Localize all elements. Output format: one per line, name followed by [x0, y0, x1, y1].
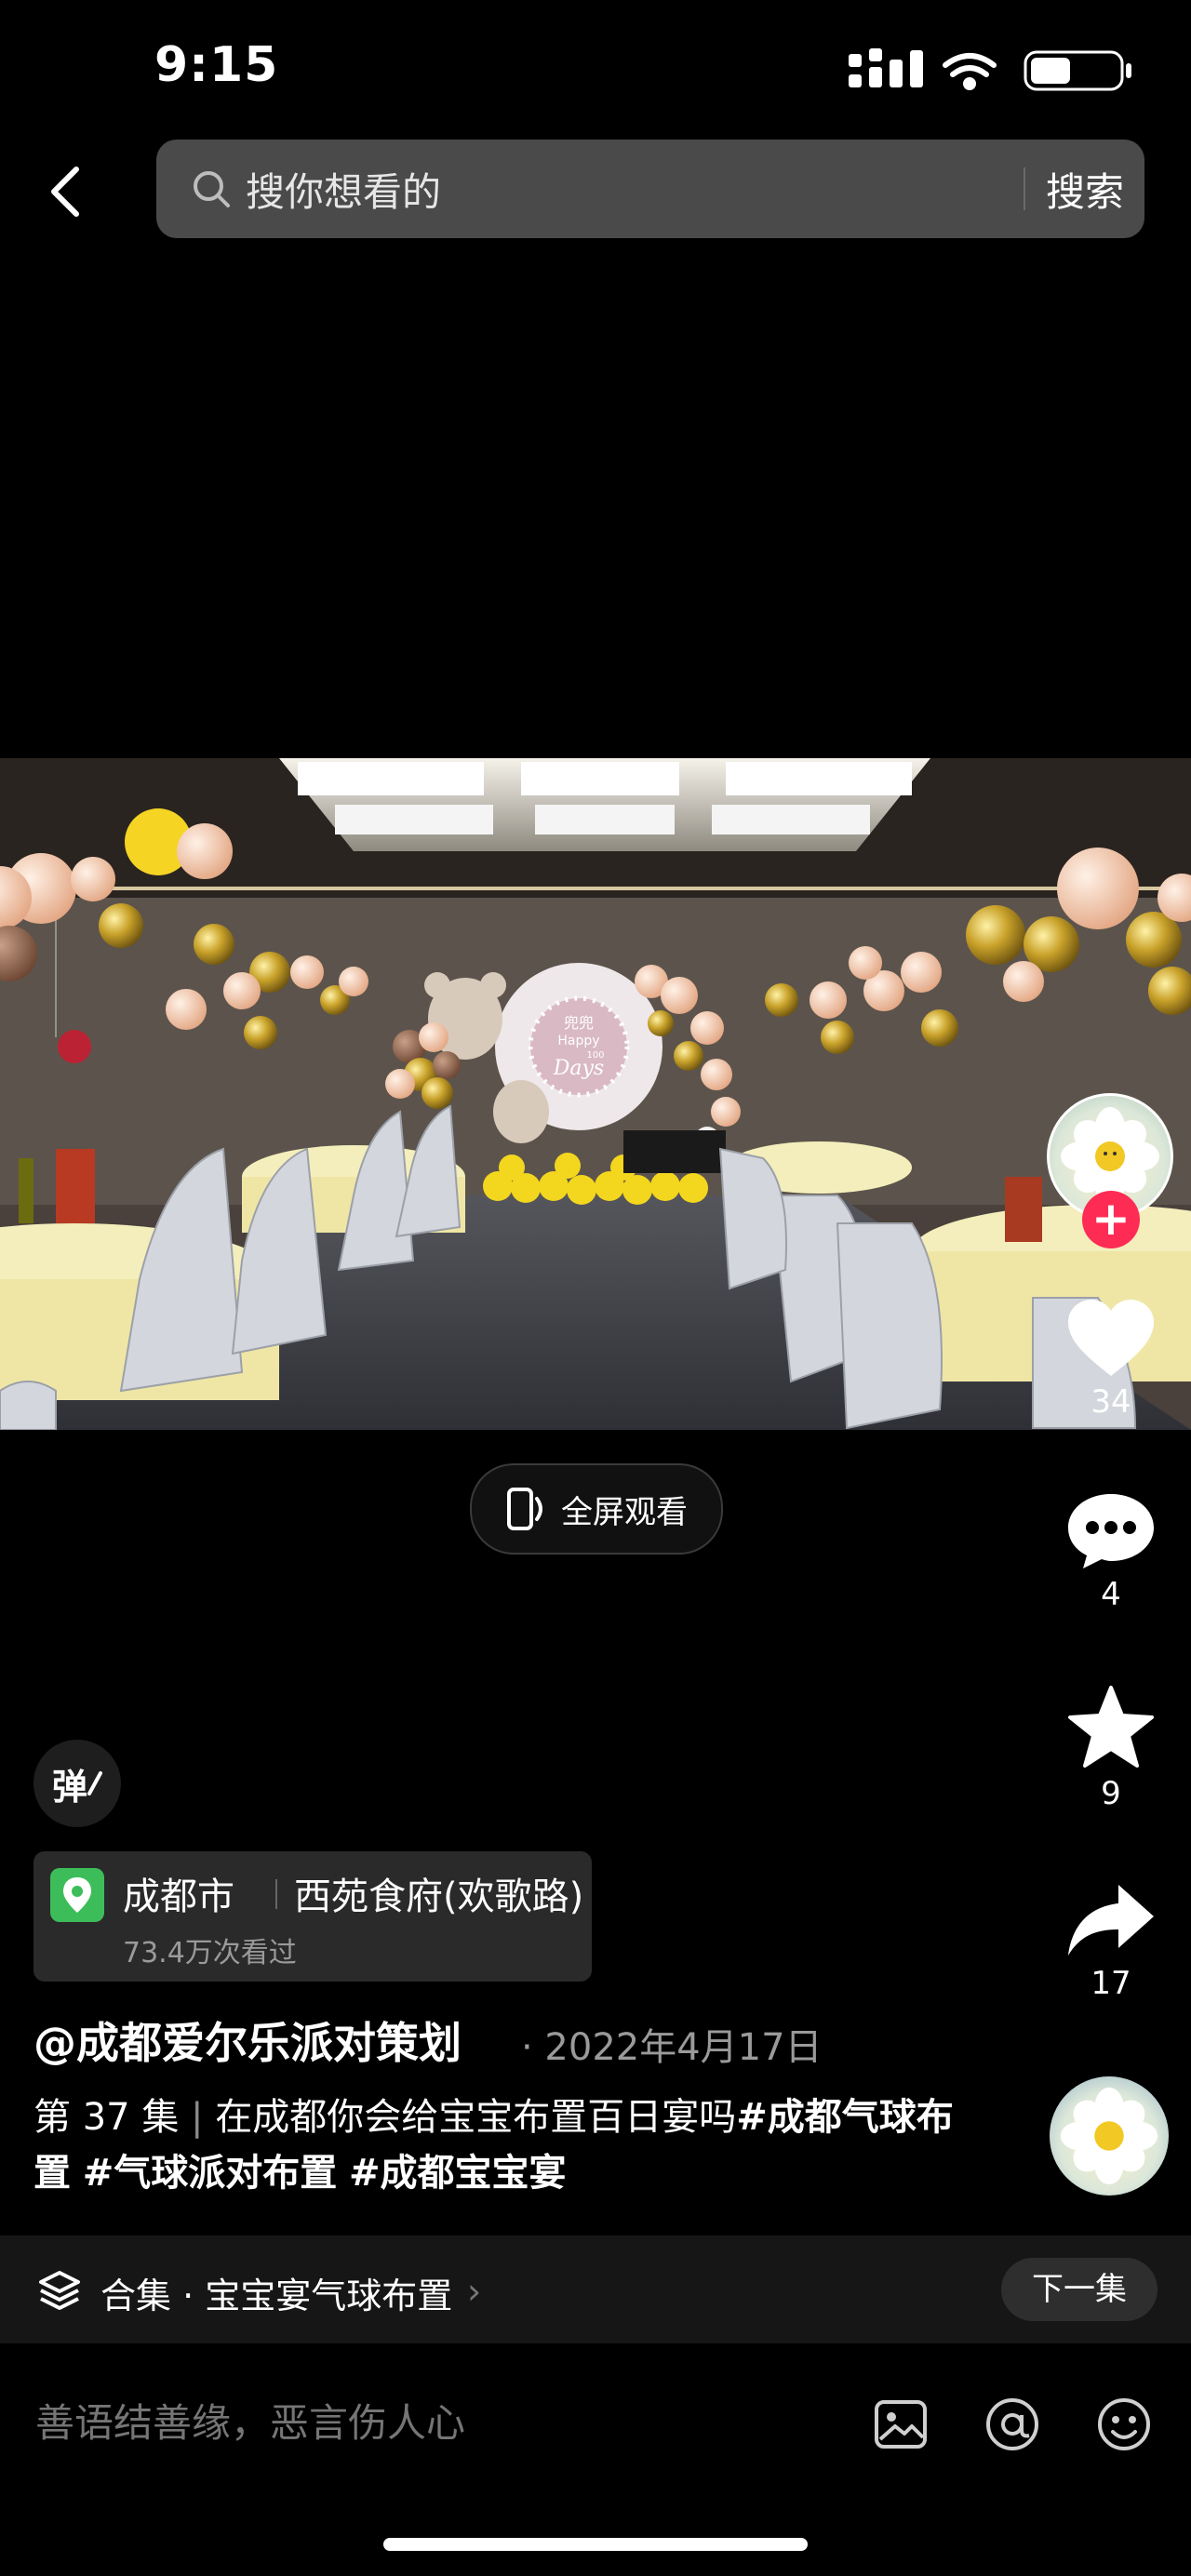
location-city: 成都市: [123, 1875, 234, 1918]
danmaku-label: 弹: [51, 1766, 87, 1808]
collection-bar[interactable]: 合集 · 宝宝宴气球布置 › 下一集: [0, 2236, 1191, 2343]
search-icon: [194, 171, 230, 207]
location-views: 73.4万次看过: [123, 1937, 297, 1969]
banner-top: 兜兜: [564, 1014, 594, 1032]
location-place: 西苑食府(欢歌路): [294, 1875, 584, 1918]
video-player[interactable]: 兜兜 Happy 100 Days: [0, 758, 1191, 1430]
image-icon[interactable]: [871, 2395, 930, 2454]
banner-main: Happy: [557, 1034, 599, 1048]
video-description: 第 37 集 | 在成都你会给宝宝布置百日宴吗#成都气球布置 #气球派对布置 #…: [33, 2096, 954, 2195]
emoji-icon[interactable]: [1094, 2395, 1154, 2454]
heart-icon: [1068, 1300, 1154, 1376]
hashtag[interactable]: #气球派对布置: [83, 2152, 338, 2195]
location-card[interactable]: 成都市 西苑食府(欢歌路) 73.4万次看过: [33, 1851, 592, 1982]
hashtag[interactable]: #成都宝宝宴: [349, 2152, 567, 2195]
danmaku-toggle[interactable]: 弹: [33, 1740, 121, 1827]
follow-button[interactable]: +: [1082, 1191, 1140, 1248]
daisy-icon: [1060, 2087, 1158, 2185]
comment-count: 4: [1101, 1576, 1121, 1613]
author-avatar[interactable]: +: [1047, 1093, 1173, 1248]
danmaku-slash-icon: [87, 1771, 102, 1795]
location-divider: [275, 1879, 277, 1909]
star-icon: [1068, 1686, 1154, 1768]
collection-label: 合集 · 宝宝宴气球布置: [100, 2276, 453, 2316]
status-time: 9:15: [154, 37, 279, 93]
search-bar[interactable]: 搜你想看的 搜索: [156, 140, 1144, 238]
fullscreen-button[interactable]: 全屏观看: [470, 1463, 723, 1555]
favorite-count: 9: [1101, 1775, 1121, 1812]
wifi-icon: [943, 53, 997, 90]
comment-button[interactable]: 4: [1055, 1490, 1167, 1613]
search-input[interactable]: 搜你想看的: [246, 161, 1024, 218]
share-button[interactable]: 17: [1055, 1881, 1167, 2002]
back-icon: [51, 167, 79, 217]
share-count: 17: [1091, 1965, 1131, 2002]
music-disc[interactable]: [1050, 2076, 1169, 2196]
back-button[interactable]: [37, 158, 93, 225]
next-episode-button[interactable]: 下一集: [1001, 2258, 1158, 2321]
collection-icon: [39, 2271, 80, 2310]
description-text: 在成都你会给宝宝布置百日宴吗: [215, 2096, 737, 2139]
episode-number: 第 37 集: [33, 2096, 180, 2139]
author-name[interactable]: @成都爱尔乐派对策划: [33, 2009, 462, 2071]
home-indicator[interactable]: [383, 2538, 808, 2551]
like-count: 34: [1091, 1383, 1131, 1421]
fullscreen-icon: [507, 1488, 542, 1530]
at-icon[interactable]: [983, 2395, 1042, 2454]
location-pin-icon: [50, 1868, 104, 1922]
post-date: · 2022年4月17日: [521, 2026, 823, 2069]
video-frame: 兜兜 Happy 100 Days: [0, 758, 1191, 1430]
banner-days: Days: [553, 1057, 604, 1080]
comment-input[interactable]: [33, 2393, 837, 2454]
search-submit-button[interactable]: 搜索: [1025, 161, 1144, 218]
signal-icon: [849, 48, 923, 87]
chevron-right-icon: ›: [467, 2271, 482, 2312]
fullscreen-label: 全屏观看: [561, 1493, 688, 1531]
share-icon: [1068, 1885, 1154, 1955]
favorite-button[interactable]: 9: [1055, 1684, 1167, 1812]
comment-icon: [1068, 1494, 1154, 1568]
battery-icon: [1024, 50, 1131, 91]
like-button[interactable]: 34: [1055, 1298, 1167, 1421]
status-icons: [849, 48, 1131, 91]
